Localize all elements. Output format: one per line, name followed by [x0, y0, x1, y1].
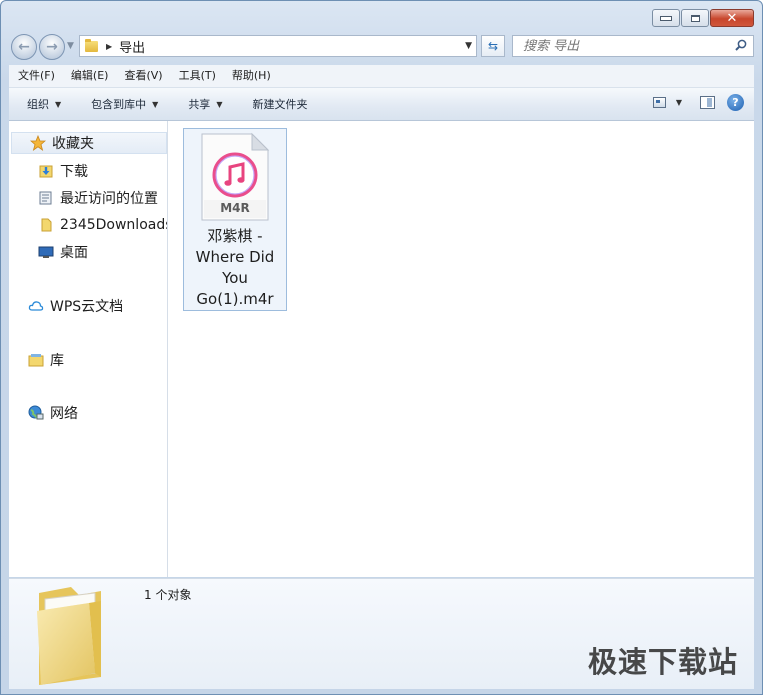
- help-icon[interactable]: ?: [727, 94, 744, 111]
- nav-network-label: 网络: [50, 406, 78, 422]
- chevron-down-icon: ▼: [675, 98, 682, 107]
- star-icon: [30, 135, 46, 151]
- file-name-line: Where Did: [195, 248, 275, 266]
- network-icon: [28, 405, 44, 421]
- nav-downloads-label: 下载: [60, 164, 88, 180]
- breadcrumb-chevron-icon[interactable]: ▶: [106, 42, 112, 51]
- downloads-folder-icon: [38, 163, 54, 179]
- close-button[interactable]: ✕: [710, 9, 754, 27]
- nav-2345downloads[interactable]: 2345Downloads: [9, 214, 168, 236]
- item-count: 1 个对象: [144, 588, 192, 602]
- recent-places-icon: [38, 190, 54, 206]
- nav-favorites[interactable]: 收藏夹: [11, 132, 167, 154]
- explorer-window: ✕ ← → ▼ ▶ 导出 ▼ ⇆ 文件(F) 编辑(E) 查看(V) 工具(T)…: [0, 0, 763, 695]
- watermark-text: 极速下载站: [587, 645, 738, 679]
- nav-libraries-label: 库: [50, 353, 64, 369]
- breadcrumb-current[interactable]: 导出: [119, 37, 145, 56]
- nav-recent[interactable]: 最近访问的位置: [9, 187, 158, 209]
- recent-pages-dropdown-icon[interactable]: ▼: [67, 41, 74, 51]
- desktop-icon: [38, 244, 54, 260]
- nav-favorites-label: 收藏夹: [52, 136, 94, 152]
- nav-downloads[interactable]: 下载: [9, 160, 88, 182]
- nav-libraries[interactable]: 库: [9, 349, 64, 371]
- nav-desktop-label: 桌面: [60, 245, 88, 261]
- folder-icon: [38, 217, 54, 233]
- minimize-icon: [660, 15, 672, 21]
- include-in-library-label: 包含到库中: [91, 98, 147, 111]
- address-dropdown-icon[interactable]: ▼: [465, 41, 472, 51]
- maximize-button[interactable]: [681, 9, 709, 27]
- address-bar[interactable]: ▶ 导出 ▼: [79, 35, 477, 57]
- chevron-down-icon: ▼: [216, 99, 223, 109]
- file-list[interactable]: M4R 邓紫棋 - Where Did You Go(1).m4r: [168, 121, 754, 577]
- chevron-down-icon: ▼: [152, 99, 159, 109]
- file-type-badge: M4R: [220, 201, 250, 215]
- cloud-icon: [28, 298, 44, 314]
- minimize-button[interactable]: [652, 9, 680, 27]
- details-pane: 1 个对象 极速下载站: [9, 578, 754, 689]
- organize-label: 组织: [27, 98, 49, 111]
- organize-button[interactable]: 组织 ▼: [27, 96, 61, 112]
- nav-wps-cloud-label: WPS云文档: [50, 299, 124, 315]
- refresh-icon: ⇆: [487, 39, 499, 53]
- file-name-line: Go(1).m4r: [196, 290, 274, 308]
- navigation-pane: 收藏夹 下载 最近访问的位置 2345Downloads 桌面 WPS云文档 库: [9, 121, 168, 577]
- caption-buttons: ✕: [652, 9, 754, 27]
- library-icon: [28, 352, 44, 368]
- share-button[interactable]: 共享 ▼: [188, 96, 222, 112]
- menu-view[interactable]: 查看(V): [116, 65, 170, 87]
- forward-arrow-icon: →: [46, 39, 58, 55]
- share-label: 共享: [188, 98, 211, 111]
- new-folder-label: 新建文件夹: [252, 98, 308, 111]
- refresh-button[interactable]: ⇆: [481, 35, 505, 57]
- search-icon[interactable]: [735, 39, 747, 51]
- file-item[interactable]: M4R 邓紫棋 - Where Did You Go(1).m4r: [183, 128, 287, 311]
- nav-recent-label: 最近访问的位置: [60, 191, 158, 207]
- nav-2345downloads-label: 2345Downloads: [60, 217, 168, 233]
- menu-help[interactable]: 帮助(H): [224, 65, 279, 87]
- change-view-button[interactable]: ▼: [652, 97, 682, 108]
- maximize-icon: [690, 14, 700, 22]
- menu-edit[interactable]: 编辑(E): [63, 65, 117, 87]
- file-name: 邓紫棋 - Where Did You Go(1).m4r: [184, 226, 286, 310]
- forward-button[interactable]: →: [39, 34, 65, 60]
- file-name-line: 邓紫棋 -: [207, 227, 263, 245]
- view-icon: [652, 97, 666, 108]
- nav-network[interactable]: 网络: [9, 402, 78, 424]
- large-folder-icon: [37, 587, 101, 685]
- menu-file[interactable]: 文件(F): [9, 65, 63, 87]
- nav-wps-cloud[interactable]: WPS云文档: [9, 295, 123, 317]
- back-button[interactable]: ←: [11, 34, 37, 60]
- include-in-library-button[interactable]: 包含到库中 ▼: [91, 96, 158, 112]
- menu-bar: 文件(F) 编辑(E) 查看(V) 工具(T) 帮助(H): [9, 65, 754, 88]
- back-arrow-icon: ←: [18, 39, 30, 55]
- menu-tools[interactable]: 工具(T): [171, 65, 224, 87]
- command-bar: 组织 ▼ 包含到库中 ▼ 共享 ▼ 新建文件夹 ▼ ?: [9, 88, 754, 121]
- preview-pane-icon[interactable]: [700, 96, 715, 109]
- address-row: ← → ▼ ▶ 导出 ▼ ⇆: [9, 32, 754, 62]
- folder-icon: [85, 38, 98, 52]
- new-folder-button[interactable]: 新建文件夹: [252, 96, 307, 112]
- file-name-line: You: [222, 269, 248, 287]
- close-icon: ✕: [726, 10, 738, 26]
- toolbar-right-group: ▼ ?: [652, 94, 744, 111]
- search-box[interactable]: [512, 35, 754, 57]
- search-input[interactable]: [521, 36, 735, 56]
- nav-desktop[interactable]: 桌面: [9, 241, 88, 263]
- chevron-down-icon: ▼: [55, 99, 62, 109]
